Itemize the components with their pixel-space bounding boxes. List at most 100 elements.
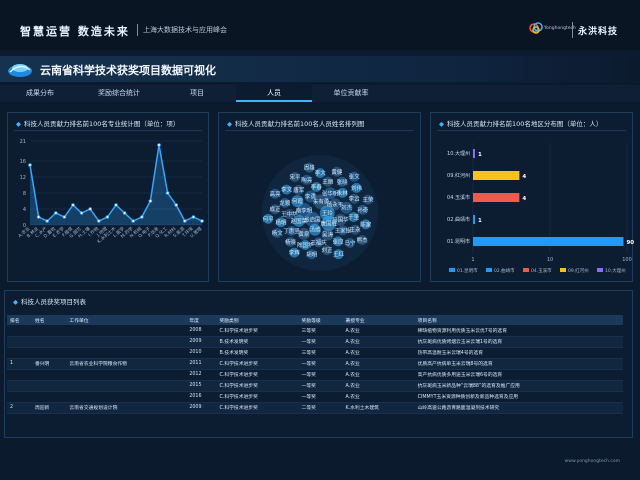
value-label: 90 — [626, 240, 634, 246]
table-cell — [7, 380, 32, 392]
table-cell — [66, 380, 187, 392]
award-table-title: ◆ 科技人员获奖项目列表 — [13, 298, 86, 306]
table-header-row: 排名 姓名 工作单位 年度 奖励类别 奖励等级 著授专业 项目名称 — [7, 315, 623, 325]
data-point — [200, 219, 204, 223]
category-label: 01.昆明市 — [447, 238, 470, 245]
name-label: 杨明 — [275, 218, 287, 226]
table-cell: 2011 — [186, 358, 217, 370]
table-row[interactable]: 2008 C.科学技术进步奖 三等奖 A.农业 稀缺植物资源利用优质玉米云优7号的选育 — [7, 325, 623, 337]
category-label: 09.红河州 — [447, 172, 470, 179]
footer-url: www.yonghongtech.com — [564, 459, 620, 464]
data-point — [157, 143, 161, 147]
table-cell: 一等奖 — [298, 369, 343, 381]
data-point — [148, 199, 153, 203]
table-cell: 云南省交通规划设计院 — [66, 402, 187, 414]
data-point — [105, 215, 110, 219]
legend-label: 01.昆明市 — [457, 267, 478, 274]
name-label: 周雄 — [304, 164, 316, 172]
data-point — [62, 215, 67, 219]
table-cell: 三等奖 — [298, 325, 343, 337]
name-label: 朱林 — [337, 189, 349, 197]
table-cell: 一等奖 — [298, 391, 343, 403]
y-tick-label: 21 — [20, 139, 26, 145]
category-label: 04.玉溪市 — [447, 194, 470, 201]
table-row[interactable]: 2012 C.科学技术进步奖 一等奖 A.农业 高产抗病优质多用途玉米云瑞6号的选育 — [7, 369, 623, 381]
tab-achievement-distribution[interactable]: 成果分布 — [0, 85, 80, 102]
tab-projects[interactable]: 项目 — [158, 85, 236, 102]
name-label: 李春 — [311, 183, 323, 191]
name-label: 张文 — [349, 173, 361, 181]
table-row[interactable]: 1 番兴明 云南省农业科学院粮食作物 2011 C.科学技术进步奖 一等奖 A.农业 优质高产… — [7, 358, 623, 370]
name-label: 刘杰 — [341, 204, 353, 212]
name-label: 王丽 — [322, 179, 334, 186]
name-label: 胡明 — [306, 250, 318, 258]
name-label: 南李明 — [296, 206, 313, 214]
table-cell: 番兴明 — [31, 358, 67, 370]
name-label: 王玲 — [322, 209, 334, 217]
tab-personnel[interactable]: 人员 — [236, 85, 312, 102]
data-point — [36, 215, 41, 219]
table-cell: K.水利土木建筑 — [342, 402, 415, 414]
category-label: 10.大理州 — [447, 150, 470, 157]
tab-unit-contribution[interactable]: 单位贡献率 — [312, 85, 390, 102]
name-label: 陈家 — [360, 220, 372, 228]
data-point — [28, 163, 32, 167]
table-row[interactable]: 2015 C.科学技术进步奖 一等奖 A.农业 抗灰斑病玉米新品种“云瑞88”的选育及推… — [7, 380, 623, 392]
table-cell: A.农业 — [342, 325, 415, 337]
region-panel: ◆ 科技人员贡献力排名前100名地区分布图（单位：人） 1 10 100 10.大理州 1… — [430, 112, 634, 282]
table-cell: 周迎新 — [31, 402, 67, 414]
logo-divider — [572, 22, 573, 38]
table-row[interactable]: 2010 B.技术发明奖 三等奖 A.农业 热带高温耐玉米云瑞4号的选育 — [7, 347, 623, 359]
award-table: 排名 姓名 工作单位 年度 奖励类别 奖励等级 著授专业 项目名称 2008 C.科学技术进步奖… — [7, 315, 623, 414]
table-cell: C.科学技术进步奖 — [216, 358, 299, 370]
brand-slogan: 智慧运营 数造未来 — [20, 25, 130, 38]
table-cell: C.科学技术进步奖 — [216, 325, 299, 337]
name-bubble-cloud: 王玲张启国朱有勇唐国胜南李明杨永平汤维李勇马国华赵国荣张华明吴涛何霞刘杰黄泉李春… — [262, 155, 378, 271]
y-tick-label: 4 — [23, 207, 26, 213]
name-label: 李辉 — [289, 249, 301, 257]
table-row[interactable]: 2016 C.科学技术进步奖 一等奖 A.农业 CIMMYT玉米资源种质创新及新品种选育… — [7, 391, 623, 403]
table-cell — [31, 391, 67, 403]
table-cell — [7, 369, 32, 381]
table-row[interactable]: 2 周迎新 云南省交通规划设计院 2009 C.科学技术进步奖 二等奖 K.水利土木建筑 山岭… — [7, 402, 623, 414]
name-label: 龙顺 — [279, 199, 291, 207]
value-label: 4 — [522, 196, 526, 202]
name-label: 熊杰 — [357, 236, 369, 244]
name-label: 何霞 — [292, 197, 304, 205]
table-row[interactable]: 2009 B.技术发明奖 一等奖 A.农业 抗灰斑病优质烤烟云玉米云瑞1号的选育 — [7, 336, 623, 348]
table-cell: B.技术发明奖 — [216, 347, 299, 359]
brand-divider — [137, 24, 138, 36]
name-label: 王中华 — [281, 210, 298, 218]
table-cell — [7, 391, 32, 403]
name-label: 丁惠坚 — [283, 227, 300, 235]
table-cell: C.科学技术进步奖 — [216, 380, 299, 392]
table-cell — [31, 347, 67, 359]
data-point — [122, 211, 127, 215]
brand-subtitle: 上海大数据技术与应用峰会 — [143, 26, 227, 34]
table-header-cell: 工作单位 — [66, 315, 187, 325]
table-cell: 抗灰斑病优质烤烟云玉米云瑞1号的选育 — [414, 336, 623, 348]
data-point — [191, 215, 196, 219]
table-cell — [66, 347, 187, 359]
name-label: 李大 — [315, 169, 327, 177]
data-point — [165, 191, 170, 195]
legend-swatch — [523, 268, 529, 272]
y-tick-label: 16 — [20, 159, 26, 165]
table-cell: 山岭高速公路沥青路面温凝剂技术研究 — [414, 402, 623, 414]
name-label: 王红 — [333, 250, 345, 258]
data-point — [97, 219, 101, 223]
name-label: 宋平 — [289, 173, 301, 181]
name-label: 何平 — [263, 215, 275, 223]
name-label: 黄泉 — [298, 230, 310, 238]
bar — [473, 171, 520, 180]
name-label: 陈国华 — [297, 241, 314, 249]
table-cell: A.农业 — [342, 380, 415, 392]
table-header-cell: 姓名 — [31, 315, 67, 325]
table-cell: 稀缺植物资源利用优质玉米云优7号的选育 — [414, 325, 623, 337]
tab-award-statistics[interactable]: 奖励综合统计 — [80, 85, 158, 102]
table-cell: C.科学技术进步奖 — [216, 402, 299, 414]
table-cell — [31, 325, 67, 337]
legend-label: 10.大理州 — [605, 267, 626, 274]
name-label: 杨文 — [272, 229, 284, 237]
table-body: 2008 C.科学技术进步奖 三等奖 A.农业 稀缺植物资源利用优质玉米云优7号的选育 2… — [7, 325, 623, 414]
